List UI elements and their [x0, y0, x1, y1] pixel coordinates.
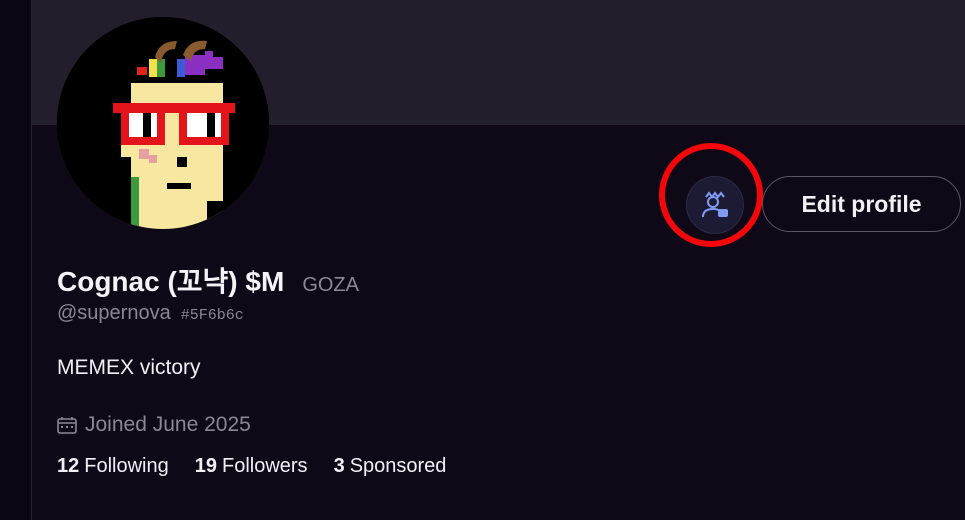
name-row: Cognac (꼬냑) $M GOZA: [57, 260, 359, 300]
avatar[interactable]: [57, 17, 269, 229]
left-sidebar-edge: [0, 0, 32, 520]
profile-stats: 12 Following 19 Followers 3 Sponsored: [57, 455, 472, 478]
user-crown-icon: [702, 191, 728, 218]
sponsored-label: Sponsored: [349, 455, 447, 477]
followers-count: 19: [194, 455, 217, 477]
handle-row: @supernova #5F6b6c: [57, 302, 244, 325]
followers-stat[interactable]: 19 Followers: [195, 455, 308, 478]
following-count: 12: [57, 455, 80, 477]
calendar-icon: [57, 417, 77, 434]
profile-bio: MEMEX victory: [57, 356, 201, 379]
subscription-button[interactable]: [686, 176, 744, 234]
profile-page: Edit profile Cognac (꼬냑) $M GOZA @supern…: [0, 0, 965, 520]
following-stat[interactable]: 12 Following: [57, 455, 169, 478]
profile-tag: GOZA: [302, 274, 359, 296]
pixel-art-avatar-image: [57, 17, 269, 229]
joined-date: Joined June 2025: [85, 413, 251, 436]
edit-profile-button[interactable]: Edit profile: [762, 176, 961, 232]
display-name: Cognac (꼬냑) $M: [57, 266, 285, 297]
following-label: Following: [84, 455, 169, 477]
joined-date-row: Joined June 2025: [57, 413, 251, 437]
user-handle: @supernova: [57, 302, 171, 324]
sponsored-count: 3: [333, 455, 345, 477]
sponsored-stat[interactable]: 3 Sponsored: [334, 455, 447, 478]
user-hash-code: #5F6b6c: [180, 307, 244, 324]
followers-label: Followers: [221, 455, 308, 477]
